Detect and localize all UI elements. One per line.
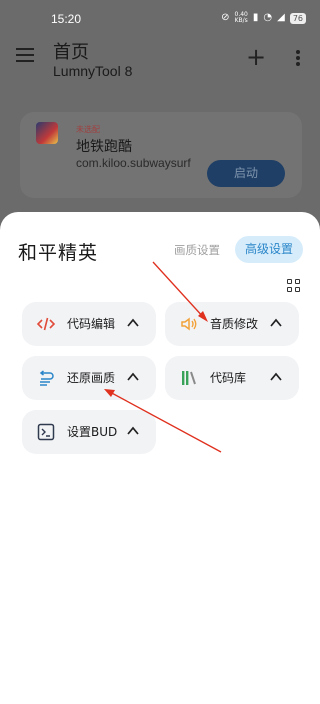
tile-restore-quality[interactable]: 还原画质 (22, 356, 156, 400)
grid-view-icon[interactable] (287, 279, 301, 293)
status-bar: 15:20 ⊘ 0.40 KB/s ▮ ◔ ◢ 76 (0, 0, 320, 38)
page-subtitle: LumnyTool 8 (53, 63, 133, 79)
library-icon (182, 371, 196, 385)
alarm-icon: ⊘ (221, 12, 230, 23)
status-time: 15:20 (51, 12, 82, 26)
tab-advanced-settings[interactable]: 高级设置 (235, 236, 303, 263)
more-icon[interactable] (296, 50, 300, 68)
terminal-icon (37, 423, 55, 441)
game-thumbnail (36, 122, 58, 144)
tile-label: 代码编辑 (67, 317, 116, 331)
sheet-title: 和平精英 (18, 242, 99, 264)
restore-icon (39, 370, 54, 386)
game-package: com.kiloo.subwaysurf (76, 156, 191, 170)
status-icons: ⊘ 0.40 KB/s ▮ ◔ ◢ 76 (221, 12, 306, 24)
launch-button[interactable]: 启动 (207, 160, 285, 187)
tile-label: 代码库 (210, 371, 247, 385)
net-speed-unit: KB/s (234, 17, 248, 24)
tile-code-edit[interactable]: 代码编辑 (22, 302, 156, 346)
menu-icon[interactable] (16, 48, 34, 62)
chevron-up-icon[interactable] (269, 316, 283, 330)
tile-label: 设置BUD (67, 425, 117, 439)
bottom-sheet: 和平精英 画质设置 高级设置 代码编辑 音质修改 还原画质 代码库 设置BUD (0, 212, 320, 704)
game-name: 地铁跑酷 (76, 139, 132, 155)
plus-icon[interactable]: + (246, 45, 266, 69)
tile-settings-bud[interactable]: 设置BUD (22, 410, 156, 454)
battery-indicator: 76 (289, 12, 306, 24)
tab-quality-settings[interactable]: 画质设置 (174, 242, 220, 258)
game-tag: 未选配 (76, 125, 100, 134)
wifi-icon: ◔ (263, 12, 273, 23)
chevron-up-icon[interactable] (269, 370, 283, 384)
tile-sound-modify[interactable]: 音质修改 (165, 302, 299, 346)
tile-label: 音质修改 (210, 317, 259, 331)
page-title: 首页 (53, 42, 89, 62)
sim-icon: ▮ (252, 12, 259, 23)
tile-code-library[interactable]: 代码库 (165, 356, 299, 400)
net-speed: 0.40 KB/s (235, 12, 248, 24)
tile-label: 还原画质 (67, 371, 116, 385)
signal-icon: ◢ (277, 12, 285, 23)
game-card[interactable]: 未选配 地铁跑酷 com.kiloo.subwaysurf 启动 (20, 112, 302, 198)
chevron-up-icon[interactable] (126, 424, 140, 438)
speaker-icon (181, 317, 197, 331)
chevron-up-icon[interactable] (126, 370, 140, 384)
code-icon (36, 317, 56, 331)
chevron-up-icon[interactable] (126, 316, 140, 330)
